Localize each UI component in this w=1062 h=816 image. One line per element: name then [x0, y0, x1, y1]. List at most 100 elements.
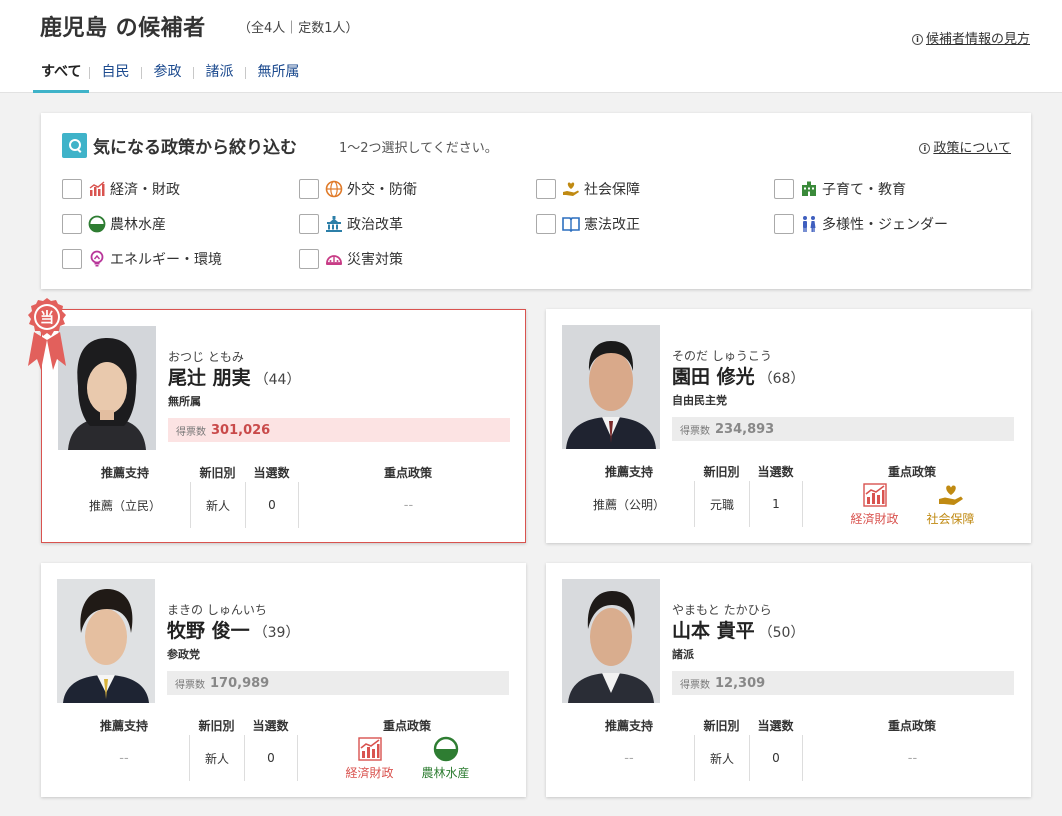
policy-list: --	[298, 482, 518, 528]
support-text: --	[119, 750, 129, 766]
tab-independent[interactable]: 無所属	[245, 61, 311, 93]
winner-badge-text: 当	[40, 310, 54, 327]
policy-tag-economy: 経済財政	[332, 736, 408, 781]
winner-ribbon-icon: 当	[28, 298, 66, 370]
filter-option-constitution[interactable]: 憲法改正	[536, 213, 640, 235]
policy-tag-social-security: 社会保障	[913, 482, 989, 527]
elected-value: 0	[244, 735, 297, 781]
checkbox[interactable]	[774, 214, 794, 234]
tab-ldp[interactable]: 自民	[89, 61, 141, 93]
candidate-details: 推薦支持 新旧別 当選数 重点政策 -- 新人 0 --	[546, 717, 1031, 787]
filter-option-disaster[interactable]: 災害対策	[299, 248, 403, 270]
candidate-details: 推薦支持 新旧別 当選数 重点政策 推薦（公明） 元職 1 経済財政 社会保障	[546, 463, 1031, 533]
support-value: --	[59, 735, 189, 781]
filter-option-political-reform[interactable]: 政治改革	[299, 213, 403, 235]
filter-option-energy[interactable]: エネルギー・環境	[62, 248, 222, 270]
candidate-age: （44）	[254, 372, 301, 388]
candidate-name: 園田 修光 （68）	[672, 362, 804, 389]
policy-list: 経済財政 農林水産	[297, 735, 517, 781]
filter-option-diplomacy[interactable]: 外交・防衛	[299, 178, 417, 200]
option-label: 社会保障	[584, 182, 640, 198]
votes-value: 170,989	[210, 675, 270, 691]
candidate-details: 推薦支持 新旧別 当選数 重点政策 推薦（立民） 新人 0 --	[42, 464, 527, 534]
votes-value: 301,026	[211, 422, 271, 438]
status-value: 元職	[694, 481, 749, 527]
checkbox[interactable]	[536, 214, 556, 234]
votes-value: 234,893	[715, 421, 775, 437]
option-label: 災害対策	[347, 252, 403, 268]
checkbox[interactable]	[62, 214, 82, 234]
support-value: 推薦（立民）	[88, 498, 161, 513]
policy-label: 経済財政	[345, 765, 394, 780]
option-label: 政治改革	[347, 217, 403, 233]
checkbox[interactable]	[536, 179, 556, 199]
candidate-age: （50）	[758, 625, 805, 641]
elected-header: 当選数	[757, 465, 794, 479]
candidate-card[interactable]: まきの しゅんいち 牧野 俊一 （39） 参政党 得票数 170,989 推薦支持 …	[41, 563, 526, 797]
filter-option-diversity[interactable]: 多様性・ジェンダー	[774, 213, 948, 235]
page-header: 鹿児島 の候補者 （全4人｜定数1人） i 候補者情報の見方 すべて 自民 参政 …	[0, 0, 1062, 93]
option-label: 多様性・ジェンダー	[822, 217, 948, 233]
candidate-details: 推薦支持 新旧別 当選数 重点政策 -- 新人 0 経済財政 農林水産	[41, 717, 526, 787]
policy-empty: --	[907, 750, 918, 766]
policy-info-link[interactable]: i 政策について	[919, 137, 1011, 156]
elected-value: 0	[245, 482, 298, 528]
filter-hint: 1〜2つ選択してください。	[339, 141, 498, 156]
economy-chart-icon	[89, 181, 105, 196]
filter-option-education[interactable]: 子育て・教育	[774, 178, 906, 200]
policy-tag-economy: 経済財政	[837, 482, 913, 527]
info-icon: i	[919, 143, 931, 154]
candidate-count: （全4人｜定数1人）	[238, 21, 359, 36]
candidate-party: 自由民主党	[672, 394, 727, 407]
candidate-card[interactable]: おつじ ともみ 尾辻 朋実 （44） 無所属 得票数 301,026 推薦支持 新旧…	[41, 309, 526, 543]
votes-label: 得票数	[175, 679, 205, 691]
filter-option-social-security[interactable]: 社会保障	[536, 178, 640, 200]
policy-label: 経済財政	[850, 511, 899, 526]
option-label: 経済・財政	[110, 182, 180, 198]
globe-icon	[325, 180, 343, 198]
people-icon	[803, 216, 816, 232]
economy-chart-icon	[357, 736, 382, 761]
elected-value: 0	[749, 735, 802, 781]
status-header: 新旧別	[703, 719, 740, 733]
checkbox[interactable]	[299, 249, 319, 269]
support-value: 推薦（公明）	[592, 497, 665, 512]
status-header: 新旧別	[703, 465, 740, 479]
option-label: 外交・防衛	[347, 182, 417, 198]
candidate-party: 無所属	[168, 395, 201, 408]
policy-link-label: 政策について	[933, 141, 1011, 156]
status-value: 新人	[694, 735, 749, 781]
policy-tag-agriculture: 農林水産	[408, 736, 484, 781]
support-value: --	[564, 735, 694, 781]
candidate-age: （39）	[253, 625, 300, 641]
checkbox[interactable]	[62, 179, 82, 199]
checkbox[interactable]	[62, 249, 82, 269]
option-label: エネルギー・環境	[110, 252, 222, 268]
tab-all[interactable]: すべて	[33, 61, 90, 93]
status-value: 新人	[190, 482, 245, 528]
candidate-guide-link[interactable]: i 候補者情報の見方	[911, 28, 1030, 47]
candidate-card[interactable]: そのだ しゅうこう 園田 修光 （68） 自由民主党 得票数 234,893 推薦支…	[546, 309, 1031, 543]
checkbox[interactable]	[774, 179, 794, 199]
candidate-photo	[562, 325, 660, 449]
support-header: 推薦支持	[99, 719, 148, 733]
elected-header: 当選数	[252, 719, 289, 733]
name-text: 山本 貴平	[672, 620, 755, 642]
elected-header: 当選数	[253, 466, 290, 480]
candidate-name: 牧野 俊一 （39）	[167, 616, 299, 643]
filter-title: 気になる政策から絞り込む	[93, 138, 297, 158]
support-text: --	[624, 750, 634, 766]
checkbox[interactable]	[299, 179, 319, 199]
rice-bowl-icon	[88, 215, 106, 233]
tab-minor-parties[interactable]: 諸派	[193, 61, 245, 93]
checkbox[interactable]	[299, 214, 319, 234]
tab-sanseito[interactable]: 参政	[141, 61, 193, 93]
support-header: 推薦支持	[604, 465, 653, 479]
filter-option-economy[interactable]: 経済・財政	[62, 178, 180, 200]
candidate-card[interactable]: やまもと たかひら 山本 貴平 （50） 諸派 得票数 12,309 推薦支持 新旧…	[546, 563, 1031, 797]
info-icon: i	[911, 34, 923, 45]
filter-option-agriculture[interactable]: 農林水産	[62, 213, 166, 235]
policy-label: 農林水産	[421, 765, 470, 780]
candidate-name: 尾辻 朋実 （44）	[168, 363, 300, 390]
lightbulb-icon	[90, 250, 104, 267]
